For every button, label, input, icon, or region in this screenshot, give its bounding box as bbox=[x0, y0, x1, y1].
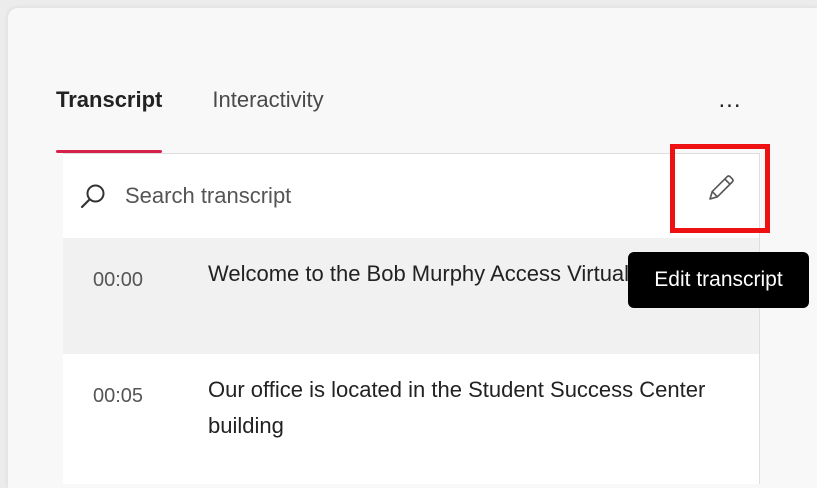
entry-text: Our office is located in the Student Suc… bbox=[208, 377, 706, 438]
tab-bar: Transcript Interactivity bbox=[56, 80, 324, 154]
more-options-button[interactable]: ... bbox=[713, 88, 747, 118]
transcript-list: 00:00 Welcome to the Bob Murphy Access V… bbox=[63, 144, 770, 484]
edit-transcript-tooltip: Edit transcript bbox=[628, 252, 809, 308]
tab-interactivity[interactable]: Interactivity bbox=[212, 80, 323, 120]
entry-timestamp: 00:05 bbox=[93, 385, 144, 407]
search-input[interactable] bbox=[125, 178, 685, 214]
transcript-entry[interactable]: 00:05 Our office is located in the Stude… bbox=[63, 354, 759, 470]
tab-transcript[interactable]: Transcript bbox=[56, 80, 163, 153]
entry-timestamp: 00:00 bbox=[93, 269, 144, 291]
search-icon bbox=[80, 184, 105, 209]
pencil-icon bbox=[709, 175, 734, 200]
edit-transcript-button[interactable] bbox=[670, 144, 770, 233]
more-horizontal-icon: ... bbox=[718, 86, 742, 113]
search-bar bbox=[63, 144, 770, 238]
